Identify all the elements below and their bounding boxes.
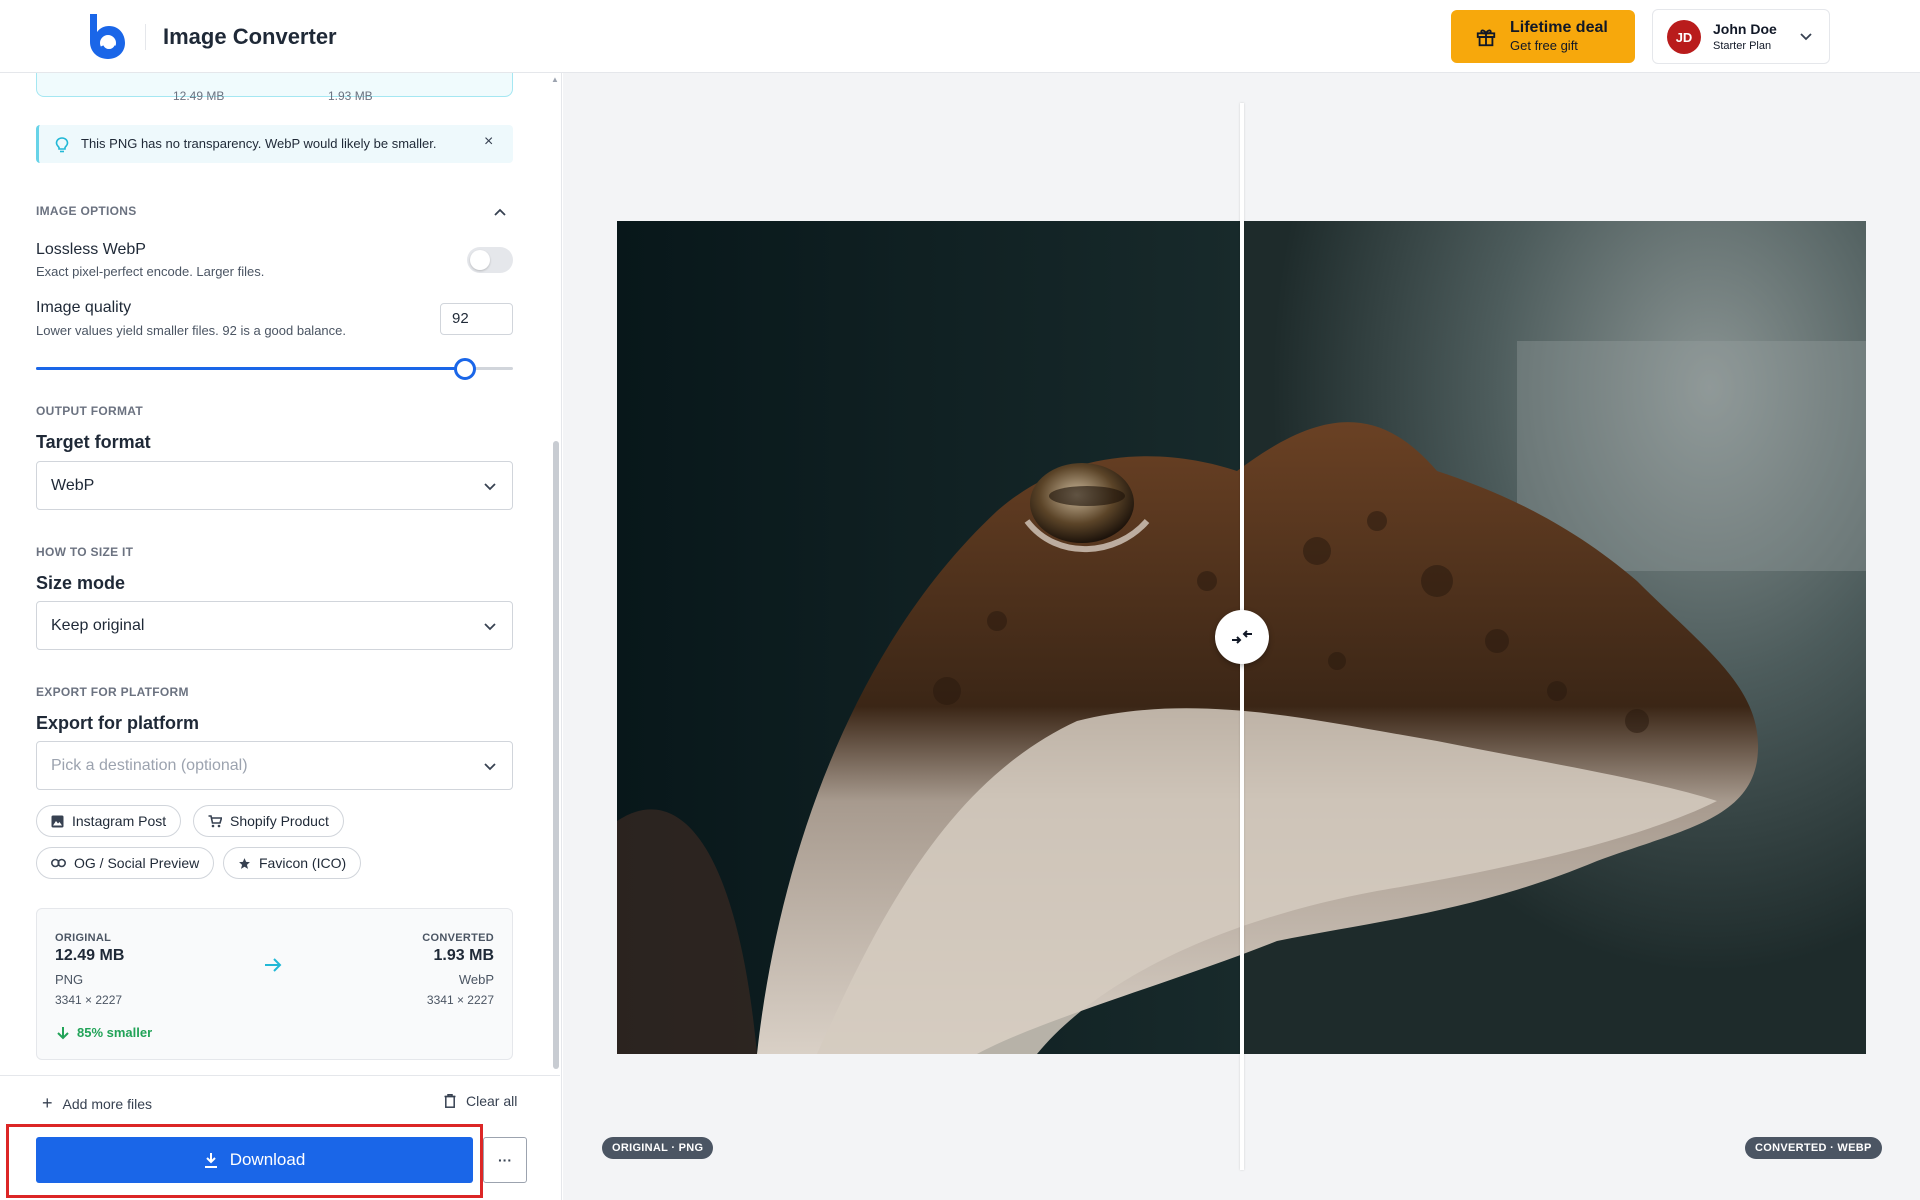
deal-title: Lifetime deal — [1510, 19, 1608, 36]
more-options-button[interactable]: ··· — [483, 1137, 527, 1183]
section-label-image-options: IMAGE OPTIONS — [36, 204, 137, 218]
chevron-down-icon — [484, 483, 496, 491]
image-icon — [51, 815, 64, 827]
target-format-title: Target format — [36, 432, 151, 452]
summary-converted-size: 1.93 MB — [328, 89, 373, 103]
size-summary-card: 12.49 MB 1.93 MB — [36, 73, 513, 103]
original-badge: ORIGINAL · PNG — [602, 1137, 714, 1159]
link-icon — [51, 858, 66, 868]
size-mode-title: Size mode — [36, 573, 126, 593]
original-label: ORIGINAL — [55, 932, 112, 944]
section-label-platform: EXPORT FOR PLATFORM — [36, 685, 189, 699]
converted-size: 1.93 MB — [433, 947, 494, 964]
add-more-files-button[interactable]: + Add more files — [42, 1093, 152, 1114]
settings-sidebar: ▲ 12.49 MB 1.93 MB This PNG has no trans… — [0, 73, 562, 1200]
chip-label: Favicon (ICO) — [259, 855, 347, 871]
chevron-down-icon — [484, 763, 496, 771]
chip-og-social-preview[interactable]: OG / Social Preview — [36, 847, 215, 879]
deal-subtitle: Get free gift — [1510, 38, 1578, 53]
comparison-slider-handle[interactable] — [1215, 610, 1269, 664]
arrow-down-icon — [57, 1026, 69, 1039]
tip-close-button[interactable]: × — [484, 133, 493, 151]
chevron-up-icon[interactable] — [493, 205, 507, 219]
scroll-up-icon[interactable]: ▲ — [551, 75, 559, 84]
target-format-value: WebP — [51, 477, 95, 494]
clear-all-label: Clear all — [466, 1093, 518, 1109]
scrollbar-thumb[interactable] — [553, 441, 559, 1069]
header-divider — [145, 24, 146, 50]
compare-arrows-icon — [1232, 630, 1252, 644]
savings-indicator: 85% smaller — [57, 1025, 152, 1040]
section-label-sizing: HOW TO SIZE IT — [36, 545, 134, 559]
tip-banner: This PNG has no transparency. WebP would… — [36, 125, 513, 163]
converted-format: WebP — [458, 972, 494, 987]
app-logo[interactable] — [86, 12, 128, 60]
tip-text: This PNG has no transparency. WebP would… — [81, 136, 437, 151]
lossless-title: Lossless WebP — [36, 241, 146, 258]
summary-original-size: 12.49 MB — [173, 89, 225, 103]
quality-input[interactable]: 92 — [440, 303, 513, 335]
platform-placeholder: Pick a destination (optional) — [51, 757, 248, 774]
download-button[interactable]: Download — [36, 1137, 473, 1183]
chip-favicon-ico[interactable]: Favicon (ICO) — [223, 847, 362, 879]
savings-text: 85% smaller — [77, 1025, 153, 1040]
star-icon — [239, 857, 250, 869]
quality-title: Image quality — [36, 299, 132, 316]
slider-thumb[interactable] — [454, 358, 477, 380]
converted-dimensions: 3341 × 2227 — [426, 993, 494, 1007]
chevron-down-icon — [484, 623, 496, 631]
chevron-down-icon — [1800, 33, 1812, 41]
gift-icon — [1476, 29, 1496, 47]
original-dimensions: 3341 × 2227 — [55, 993, 123, 1007]
size-mode-select[interactable]: Keep original — [36, 601, 513, 650]
clear-all-button[interactable]: Clear all — [444, 1093, 517, 1109]
original-format: PNG — [55, 972, 84, 987]
download-icon — [204, 1153, 217, 1168]
plus-icon: + — [42, 1093, 53, 1113]
section-label-output-format: OUTPUT FORMAT — [36, 404, 143, 418]
size-mode-value: Keep original — [51, 617, 145, 634]
target-format-select[interactable]: WebP — [36, 461, 513, 510]
toggle-knob — [470, 250, 490, 270]
quality-description: Lower values yield smaller files. 92 is … — [36, 323, 347, 338]
chip-label: Shopify Product — [230, 813, 329, 829]
app-header: Image Converter Lifetime deal Get free g… — [0, 0, 1920, 73]
cart-icon — [208, 814, 222, 827]
user-menu[interactable]: JD John Doe Starter Plan — [1652, 9, 1830, 64]
trash-icon — [444, 1094, 456, 1108]
download-label: Download — [229, 1150, 306, 1169]
lossless-toggle[interactable] — [467, 247, 513, 273]
export-platform-title: Export for platform — [36, 713, 200, 733]
converted-badge: CONVERTED · WEBP — [1745, 1137, 1882, 1159]
platform-select[interactable]: Pick a destination (optional) — [36, 741, 513, 790]
lossless-description: Exact pixel-perfect encode. Larger files… — [36, 264, 265, 279]
image-preview-area: ORIGINAL · PNG CONVERTED · WEBP — [563, 73, 1920, 1200]
quality-slider[interactable] — [36, 357, 513, 381]
slider-fill — [36, 367, 466, 370]
footer-divider — [0, 1075, 560, 1076]
chip-instagram-post[interactable]: Instagram Post — [36, 805, 182, 837]
converted-label: CONVERTED — [422, 932, 494, 944]
avatar: JD — [1667, 20, 1701, 54]
arrow-right-icon — [265, 958, 282, 972]
user-plan: Starter Plan — [1713, 40, 1772, 52]
add-more-label: Add more files — [62, 1095, 152, 1112]
chip-shopify-product[interactable]: Shopify Product — [193, 805, 344, 837]
user-name: John Doe — [1713, 21, 1777, 37]
lightbulb-icon — [55, 137, 69, 153]
conversion-comparison-card: ORIGINAL 12.49 MB PNG 3341 × 2227 CONVER… — [36, 908, 513, 1060]
chip-label: OG / Social Preview — [74, 855, 200, 871]
app-title: Image Converter — [163, 24, 337, 49]
original-size: 12.49 MB — [55, 947, 125, 964]
lifetime-deal-button[interactable]: Lifetime deal Get free gift — [1451, 10, 1635, 63]
chip-label: Instagram Post — [72, 813, 167, 829]
